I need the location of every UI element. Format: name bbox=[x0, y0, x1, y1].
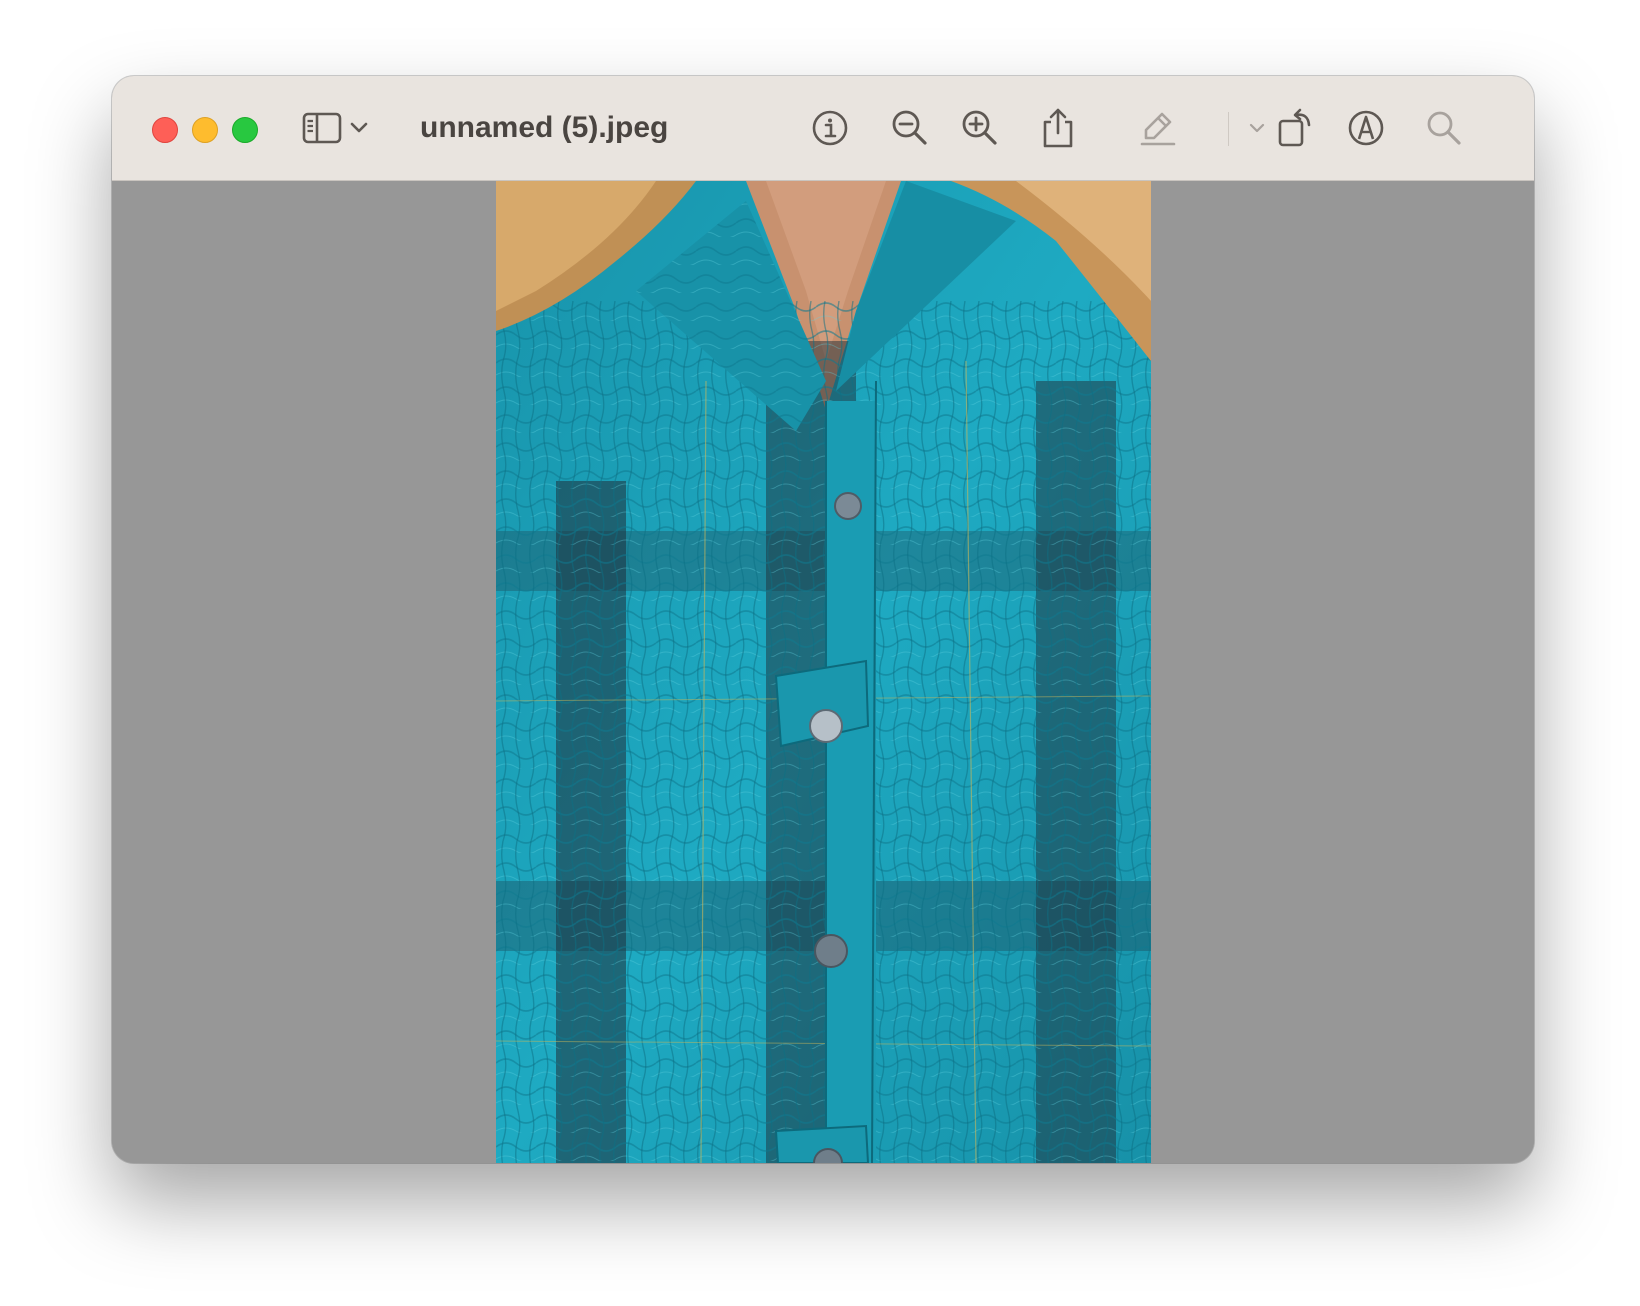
highlighter-icon bbox=[1138, 108, 1178, 148]
sidebar-icon bbox=[302, 112, 342, 144]
rotate-button[interactable] bbox=[1268, 100, 1324, 156]
search-button[interactable] bbox=[1416, 100, 1472, 156]
rotate-icon bbox=[1276, 107, 1316, 149]
preview-window: unnamed (5).jpeg bbox=[112, 76, 1534, 1163]
info-icon bbox=[811, 109, 849, 147]
titlebar: unnamed (5).jpeg bbox=[112, 76, 1534, 181]
chevron-down-icon bbox=[350, 122, 368, 134]
get-info-button[interactable] bbox=[802, 100, 858, 156]
window-title: unnamed (5).jpeg bbox=[420, 111, 669, 144]
zoom-in-button[interactable] bbox=[952, 100, 1008, 156]
share-icon bbox=[1040, 107, 1076, 149]
minimize-button[interactable] bbox=[192, 117, 218, 143]
image-canvas bbox=[112, 181, 1534, 1163]
sidebar-menu-button[interactable] bbox=[344, 100, 374, 156]
share-button[interactable] bbox=[1030, 100, 1086, 156]
markup-icon bbox=[1346, 108, 1386, 148]
chevron-down-icon bbox=[1249, 123, 1265, 133]
zoom-out-button[interactable] bbox=[882, 100, 938, 156]
zoom-button[interactable] bbox=[232, 117, 258, 143]
markup-button[interactable] bbox=[1338, 100, 1394, 156]
highlight-button[interactable] bbox=[1130, 100, 1186, 156]
close-button[interactable] bbox=[152, 117, 178, 143]
zoom-in-icon bbox=[960, 108, 1000, 148]
toolbar-divider bbox=[1228, 112, 1229, 146]
shirt-photo bbox=[496, 181, 1151, 1163]
search-icon bbox=[1425, 109, 1463, 147]
sidebar-toggle-button[interactable] bbox=[294, 100, 350, 156]
displayed-image[interactable] bbox=[496, 181, 1151, 1163]
zoom-out-icon bbox=[890, 108, 930, 148]
